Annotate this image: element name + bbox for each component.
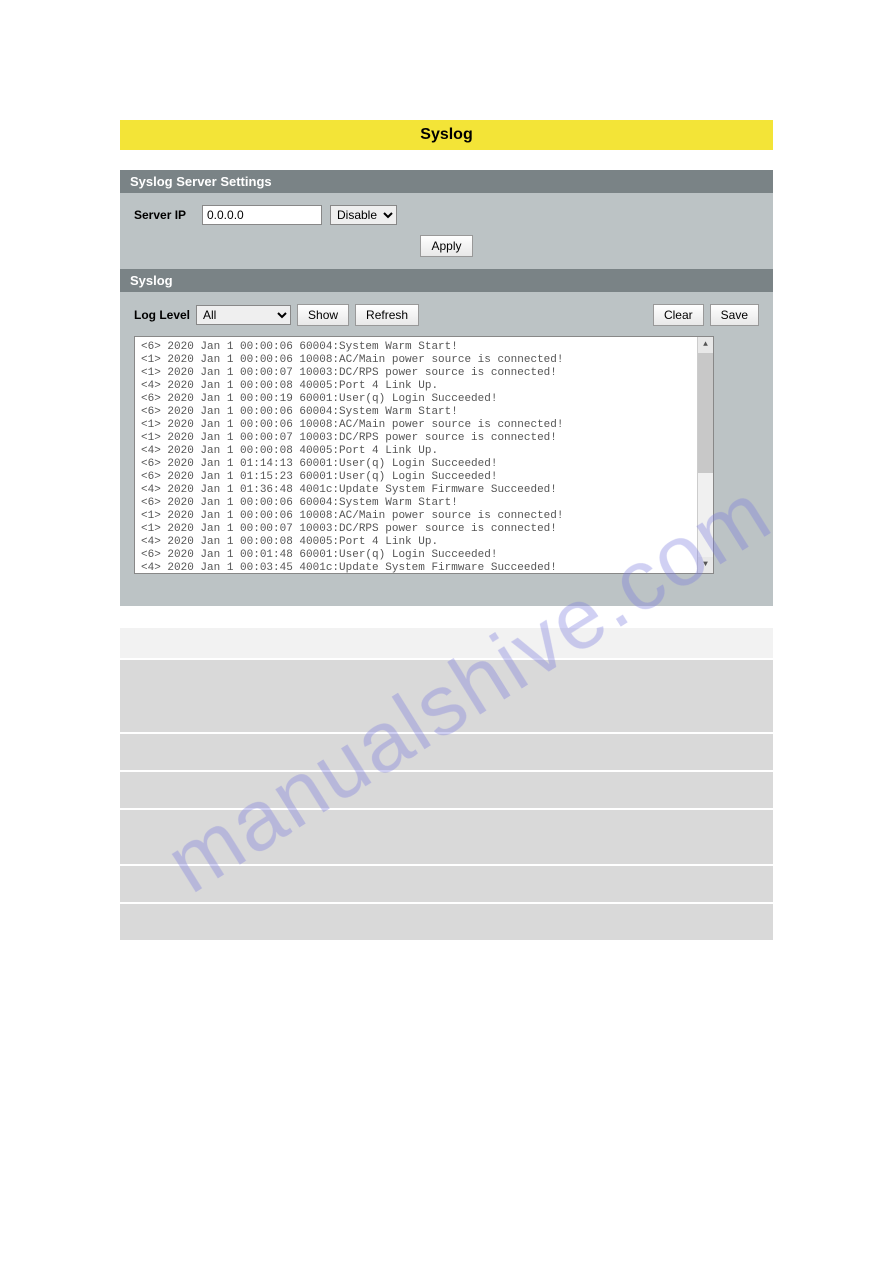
def-cell bbox=[120, 772, 296, 808]
def-header-col1 bbox=[120, 628, 296, 658]
page-title: Syslog bbox=[420, 126, 472, 143]
table-row bbox=[120, 772, 773, 808]
page-title-bar: Syslog bbox=[120, 120, 773, 150]
server-ip-label: Server IP bbox=[134, 208, 194, 222]
section-header-server-settings: Syslog Server Settings bbox=[120, 170, 773, 193]
server-ip-row: Server IP Disable bbox=[134, 205, 759, 225]
server-ip-input[interactable] bbox=[202, 205, 322, 225]
table-row bbox=[120, 810, 773, 864]
show-button[interactable]: Show bbox=[297, 304, 349, 326]
log-scrollbar[interactable]: ▲ ▼ bbox=[697, 337, 713, 573]
def-cell bbox=[120, 660, 296, 732]
def-cell bbox=[296, 660, 773, 732]
apply-row: Apply bbox=[134, 235, 759, 257]
def-cell bbox=[296, 866, 773, 902]
syslog-header-text: Syslog bbox=[130, 273, 173, 288]
log-output-box: <6> 2020 Jan 1 00:00:06 60004:System War… bbox=[134, 336, 714, 574]
def-cell bbox=[296, 772, 773, 808]
table-row bbox=[120, 734, 773, 770]
syslog-body: Log Level All Show Refresh Clear Save <6… bbox=[120, 292, 773, 586]
table-row bbox=[120, 660, 773, 732]
main-panel: Syslog Server Settings Server IP Disable… bbox=[120, 170, 773, 606]
log-level-select[interactable]: All bbox=[196, 305, 291, 325]
log-lines: <6> 2020 Jan 1 00:00:06 60004:System War… bbox=[141, 341, 707, 574]
server-settings-header-text: Syslog Server Settings bbox=[130, 174, 272, 189]
log-level-label: Log Level bbox=[134, 308, 190, 322]
scroll-track[interactable] bbox=[698, 353, 713, 557]
def-cell bbox=[120, 904, 296, 940]
def-cell bbox=[296, 810, 773, 864]
table-row bbox=[120, 904, 773, 940]
clear-button[interactable]: Clear bbox=[653, 304, 704, 326]
scroll-up-icon[interactable]: ▲ bbox=[698, 337, 713, 353]
def-header-col2 bbox=[296, 628, 773, 658]
log-level-row: Log Level All Show Refresh Clear Save bbox=[134, 304, 759, 326]
def-cell bbox=[120, 734, 296, 770]
table-row bbox=[120, 866, 773, 902]
definition-table-header-row bbox=[120, 628, 773, 658]
section-header-syslog: Syslog bbox=[120, 269, 773, 292]
scroll-thumb[interactable] bbox=[698, 353, 713, 473]
apply-button[interactable]: Apply bbox=[420, 235, 472, 257]
def-cell bbox=[120, 810, 296, 864]
definition-table bbox=[120, 626, 773, 942]
def-cell bbox=[120, 866, 296, 902]
def-cell bbox=[296, 904, 773, 940]
server-mode-select[interactable]: Disable bbox=[330, 205, 397, 225]
server-settings-body: Server IP Disable Apply bbox=[120, 193, 773, 269]
resize-handle-icon[interactable] bbox=[701, 561, 713, 573]
save-button[interactable]: Save bbox=[710, 304, 759, 326]
refresh-button[interactable]: Refresh bbox=[355, 304, 419, 326]
def-cell bbox=[296, 734, 773, 770]
